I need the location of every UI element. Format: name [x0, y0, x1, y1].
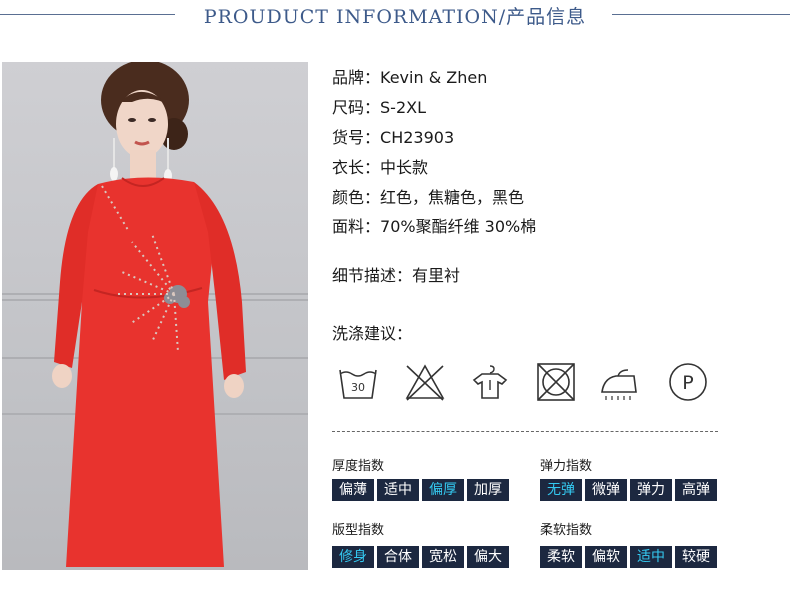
fit-option-oversize: 偏大 [467, 546, 509, 568]
spec-value: S-2XL [380, 98, 426, 117]
iron-icon [598, 360, 642, 404]
spec-item-number: 货号：CH23903 [332, 124, 454, 148]
fit-index-options: 修身 合体 宽松 偏大 [332, 546, 509, 568]
elasticity-option-high: 高弹 [675, 479, 717, 501]
thickness-option-extra-thick: 加厚 [467, 479, 509, 501]
spec-brand: 品牌：Kevin & Zhen [332, 64, 487, 88]
elasticity-index-options: 无弹 微弹 弹力 高弹 [540, 479, 717, 501]
detail-value: 有里衬 [412, 266, 461, 285]
header-rule-right [612, 14, 790, 15]
spec-value: 红色，焦糖色，黑色 [380, 188, 525, 207]
softness-option-medium-selected: 适中 [630, 546, 672, 568]
thickness-option-medium: 适中 [377, 479, 419, 501]
spec-value: 中长款 [380, 158, 429, 177]
thickness-index-options: 偏薄 适中 偏厚 加厚 [332, 479, 509, 501]
softness-option-slightly-soft: 偏软 [585, 546, 627, 568]
fit-index-title: 版型指数 [332, 523, 385, 538]
spec-value: CH23903 [380, 128, 455, 147]
dry-clean-letter: P [682, 372, 693, 394]
fit-option-slim-selected: 修身 [332, 546, 374, 568]
spec-length: 衣长：中长款 [332, 154, 428, 178]
no-tumble-dry-icon [534, 360, 578, 404]
spec-key: 尺码： [332, 98, 381, 117]
detail-description: 细节描述：有里衬 [332, 262, 460, 286]
spec-color: 颜色：红色，焦糖色，黑色 [332, 184, 524, 208]
softness-index-title: 柔软指数 [540, 523, 593, 538]
spec-value: Kevin & Zhen [380, 68, 488, 87]
elasticity-option-slight: 微弹 [585, 479, 627, 501]
elasticity-option-stretch: 弹力 [630, 479, 672, 501]
spec-fabric: 面料：70%聚酯纤维 30%棉 [332, 213, 536, 237]
wash-temp: 30 [351, 381, 365, 394]
spec-key: 面料： [332, 217, 381, 236]
hang-dry-icon [468, 360, 512, 404]
no-bleach-icon [403, 360, 447, 404]
spec-key: 衣长： [332, 158, 381, 177]
thickness-index-title: 厚度指数 [332, 459, 385, 474]
section-divider [332, 431, 718, 432]
dry-clean-p-icon: P [666, 360, 710, 404]
page-title: PROUDUCT INFORMATION/产品信息 [203, 6, 587, 28]
product-photo [2, 62, 308, 570]
fit-option-regular: 合体 [377, 546, 419, 568]
thickness-option-thick-selected: 偏厚 [422, 479, 464, 501]
wash-30-icon: 30 [336, 360, 380, 404]
header-rule-left [0, 14, 175, 15]
softness-index-options: 柔软 偏软 适中 较硬 [540, 546, 717, 568]
spec-value: 70%聚酯纤维 30%棉 [380, 217, 537, 236]
spec-key: 货号： [332, 128, 381, 147]
elasticity-index-title: 弹力指数 [540, 459, 593, 474]
care-label: 洗涤建议： [332, 324, 413, 343]
softness-option-firm: 较硬 [675, 546, 717, 568]
spec-key: 品牌： [332, 68, 381, 87]
spec-size: 尺码：S-2XL [332, 94, 426, 118]
spec-key: 颜色： [332, 188, 381, 207]
fit-option-loose: 宽松 [422, 546, 464, 568]
softness-option-soft: 柔软 [540, 546, 582, 568]
thickness-option-thin: 偏薄 [332, 479, 374, 501]
detail-key: 细节描述： [332, 266, 413, 285]
elasticity-option-none-selected: 无弹 [540, 479, 582, 501]
